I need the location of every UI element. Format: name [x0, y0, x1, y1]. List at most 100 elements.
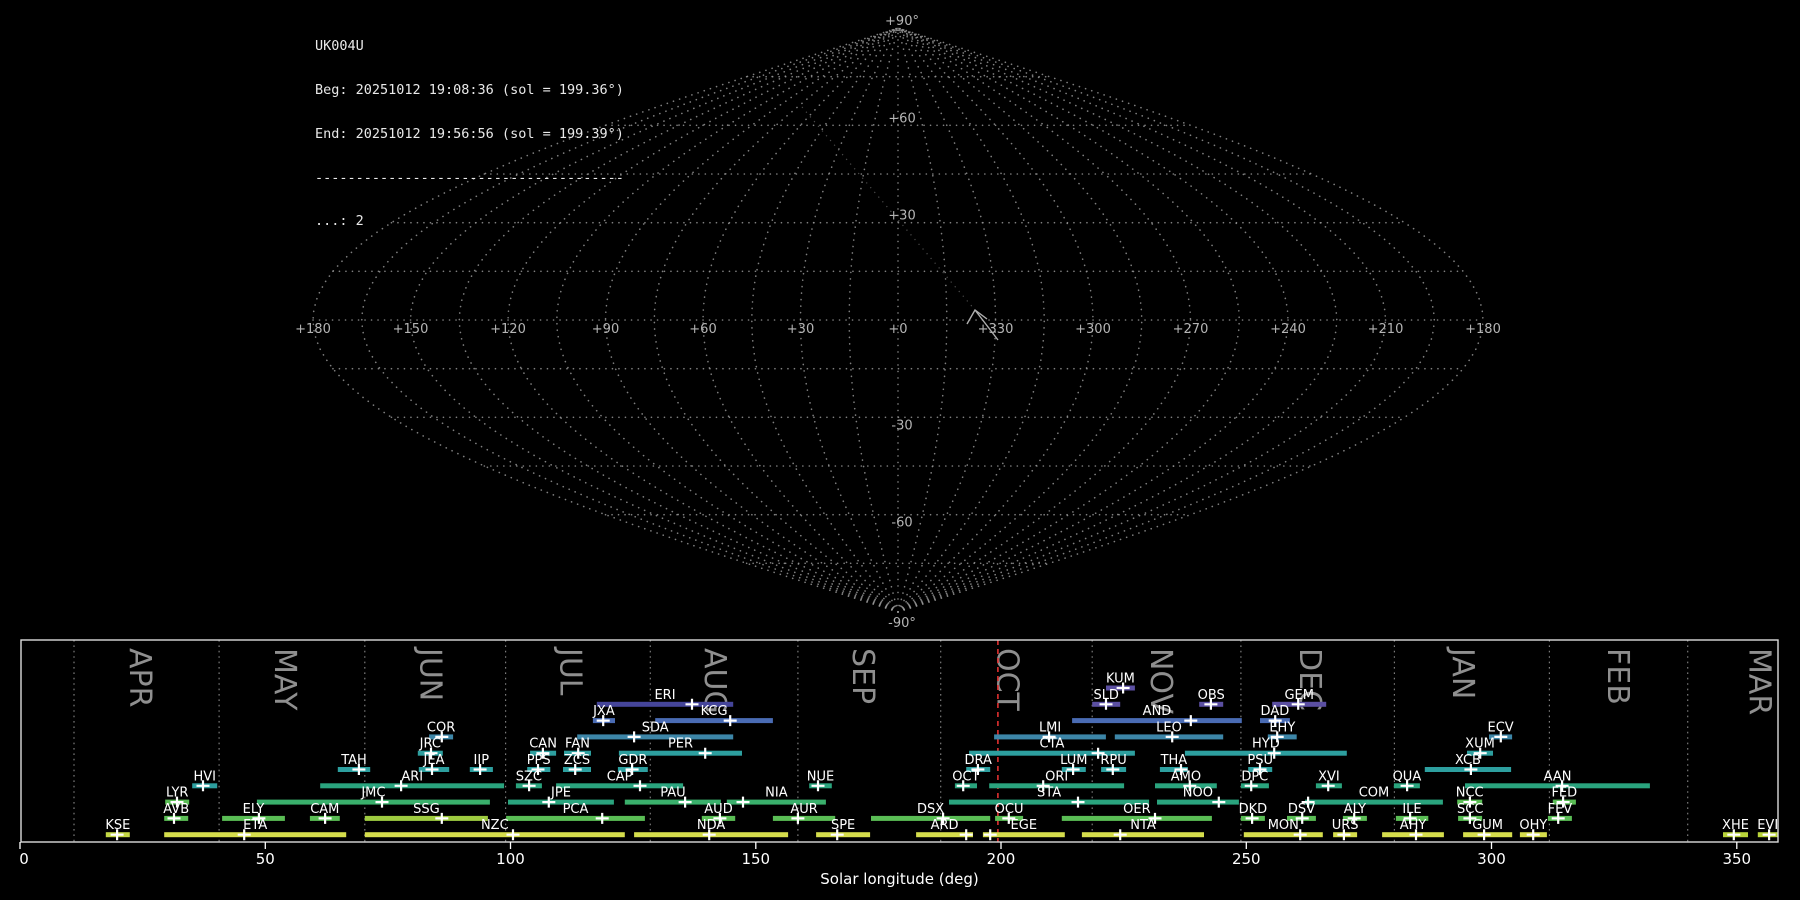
month-label-MAR: MAR	[1741, 648, 1776, 715]
shower-label-DPC: DPC	[1241, 769, 1268, 784]
peak-marker-EGE	[983, 829, 997, 841]
shower-label-TAH: TAH	[340, 753, 367, 768]
shower-label-CTA: CTA	[1040, 737, 1065, 752]
shower-label-XHE: XHE	[1722, 818, 1749, 833]
shower-label-CAP: CAP	[607, 769, 633, 784]
shower-label-HVI: HVI	[193, 769, 216, 784]
sky-grid-meridian	[799, 27, 899, 613]
shower-label-PER: PER	[668, 737, 693, 752]
shower-label-COM: COM	[1359, 786, 1390, 801]
peak-marker-CAP	[633, 780, 647, 792]
peak-marker-ARD	[959, 829, 973, 841]
peak-marker-AND	[1184, 715, 1198, 727]
shower-label-ELY: ELY	[243, 802, 265, 817]
timeline-chart: APR MAY JUN JUL AUG SEP OCT NOV DEC JAN FEB MARKUME…	[19, 639, 1779, 888]
shower-label-EHY: EHY	[1269, 720, 1295, 735]
axis-tick-label-50: 50	[256, 850, 275, 868]
shower-label-NTA: NTA	[1130, 818, 1156, 833]
shower-label-KCG: KCG	[701, 704, 728, 719]
shower-label-PCA: PCA	[563, 802, 589, 817]
meteor-count: ...: 2	[315, 213, 364, 230]
shower-label-DSX: DSX	[917, 802, 944, 817]
shower-label-SDA: SDA	[642, 720, 669, 735]
shower-label-PAU: PAU	[660, 786, 685, 801]
x-axis-title: Solar longitude (deg)	[820, 870, 978, 888]
shower-label-NIA: NIA	[765, 786, 788, 801]
longitude-label: +90	[592, 322, 619, 337]
sky-grid-meridian	[897, 27, 1241, 613]
month-label-MAY: MAY	[267, 648, 302, 711]
shower-label-SPE: SPE	[831, 818, 855, 833]
axis-tick-label-250: 250	[1232, 850, 1261, 868]
shower-label-IIP: IIP	[474, 753, 490, 768]
observation-info: UK004U Beg: 20251012 19:08:36 (sol = 199…	[315, 10, 624, 258]
shower-label-NDA: NDA	[697, 818, 726, 833]
peak-marker-PER	[698, 747, 712, 759]
shower-label-ARI: ARI	[401, 769, 423, 784]
longitude-label: +180	[295, 322, 331, 337]
latitude-label: -30	[891, 418, 912, 433]
longitude-label: +120	[490, 322, 526, 337]
shower-label-AAN: AAN	[1544, 769, 1572, 784]
shower-label-EVI: EVI	[1757, 818, 1778, 833]
meteor-observation-app: +90° +60 +30 -30 -60 -90° +180 +150 +120 +90 +60 +3…	[0, 0, 1800, 900]
month-label-OCT: OCT	[989, 648, 1024, 712]
peak-marker-STA	[1071, 796, 1085, 808]
shower-label-URS: URS	[1332, 818, 1359, 833]
axis-tick-label-200: 200	[987, 850, 1016, 868]
shower-label-AHY: AHY	[1400, 818, 1427, 833]
shower-label-OCT: OCT	[952, 769, 979, 784]
longitude-label: +0	[888, 322, 907, 337]
shower-label-EGE: EGE	[1011, 818, 1038, 833]
shower-label-AUD: AUD	[704, 802, 732, 817]
latitude-label: -90°	[888, 616, 916, 631]
month-label-JUN: JUN	[413, 646, 448, 701]
end-time: End: 20251012 19:56:56 (sol = 199.39°)	[315, 125, 624, 142]
shower-label-JPE: JPE	[550, 786, 571, 801]
latitude-label: +90°	[885, 14, 919, 29]
shower-label-MON: MON	[1268, 818, 1299, 833]
shower-label-NZC: NZC	[481, 818, 509, 833]
longitude-label: +300	[1075, 322, 1111, 337]
shower-label-GUM: GUM	[1472, 818, 1503, 833]
shower-label-ERI: ERI	[654, 688, 675, 703]
scene-canvas: +90° +60 +30 -30 -60 -90° +180 +150 +120 +90 +60 +3…	[19, 14, 1779, 888]
axis-tick-label-0: 0	[19, 850, 29, 868]
axis-tick-label-100: 100	[496, 850, 525, 868]
shower-label-ETA: ETA	[243, 818, 267, 833]
shower-label-STA: STA	[1037, 786, 1061, 801]
latitude-label: -60	[891, 516, 912, 531]
axis-tick-label-300: 300	[1477, 850, 1506, 868]
latitude-label: +30	[888, 209, 915, 224]
peak-marker-NIA	[736, 796, 750, 808]
shower-label-KUM: KUM	[1106, 672, 1135, 687]
shower-label-JEA: JEA	[423, 753, 445, 768]
axis-tick-label-350: 350	[1722, 850, 1751, 868]
month-label-FEB: FEB	[1600, 648, 1635, 705]
peak-marker-ERI	[685, 698, 699, 710]
peak-marker-SDA	[627, 731, 641, 743]
shower-label-SSG: SSG	[413, 802, 440, 817]
shower-label-LEO: LEO	[1156, 720, 1182, 735]
axis-tick-label-150: 150	[741, 850, 770, 868]
shower-label-ILE: ILE	[1402, 802, 1421, 817]
shower-label-HYD: HYD	[1252, 737, 1280, 752]
shower-label-FED: FED	[1551, 786, 1577, 801]
shower-label-JRC: JRC	[419, 737, 441, 752]
peak-marker-NTA	[1113, 829, 1127, 841]
longitude-label: +210	[1368, 322, 1404, 337]
longitude-label: +60	[689, 322, 716, 337]
month-label-JUL: JUL	[552, 646, 587, 696]
shower-label-NOO: NOO	[1183, 786, 1213, 801]
shower-label-ORI: ORI	[1045, 769, 1068, 784]
shower-label-AVB: AVB	[163, 802, 189, 817]
shower-label-OER: OER	[1123, 802, 1150, 817]
shower-label-XCB: XCB	[1455, 753, 1481, 768]
station-id: UK004U	[315, 38, 364, 55]
longitude-label: +30	[787, 322, 814, 337]
begin-time: Beg: 20251012 19:08:36 (sol = 199.36°)	[315, 81, 624, 98]
longitude-label: +150	[393, 322, 429, 337]
shower-label-THA: THA	[1160, 753, 1188, 768]
longitude-label: +240	[1270, 322, 1306, 337]
longitude-label: +180	[1465, 322, 1501, 337]
